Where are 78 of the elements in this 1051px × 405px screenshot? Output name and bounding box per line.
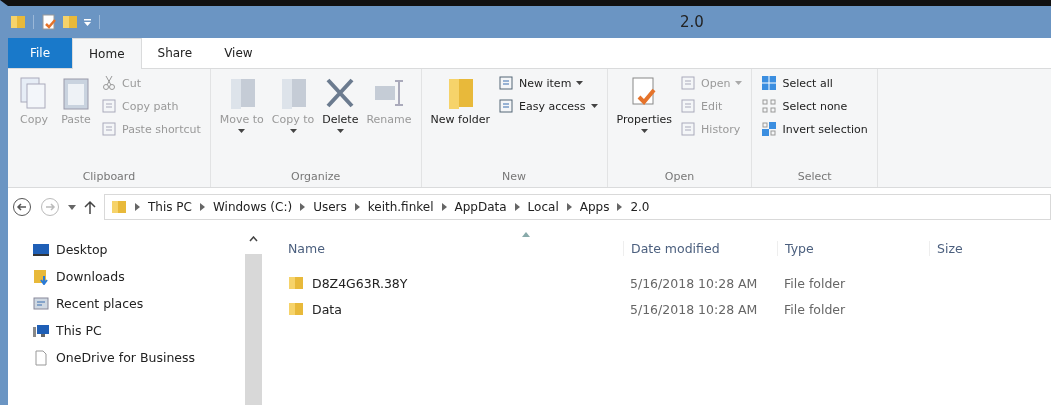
ribbon-button[interactable]: Select all (758, 73, 871, 93)
chevron-icon[interactable] (354, 203, 360, 211)
breadcrumb[interactable]: 2.0 (630, 200, 650, 214)
chevron-icon[interactable] (514, 203, 520, 211)
ribbon-tab[interactable]: View (208, 38, 269, 68)
group-label: Clipboard (81, 170, 137, 185)
breadcrumb[interactable]: Apps (579, 200, 610, 214)
caret-icon (336, 129, 344, 133)
scroll-up-icon[interactable] (249, 236, 258, 242)
group-label: Open (663, 170, 696, 185)
table-cell: Data (312, 301, 342, 317)
caret-icon[interactable] (68, 204, 76, 210)
breadcrumb[interactable]: This PC (148, 200, 192, 214)
large-ribbon-button[interactable]: New folder (427, 73, 493, 170)
window-title: 2.0 (680, 13, 704, 31)
select-none-icon (761, 98, 778, 114)
computer-icon (33, 322, 49, 339)
table-cell: 5/16/2018 10:28 AM (630, 301, 758, 317)
sidebar-item[interactable]: Recent places (33, 290, 245, 317)
group-label: Organize (290, 170, 342, 185)
file-row[interactable]: Data 5/16/2018 10:28 AM File folder (288, 296, 1051, 322)
file-row[interactable]: D8Z4G63R.38Y 5/16/2018 10:28 AM File folder (288, 270, 1051, 296)
chevron-icon[interactable] (617, 203, 623, 211)
sidebar-item[interactable]: OneDrive for Business (33, 344, 245, 371)
breadcrumb[interactable]: Local (527, 200, 559, 214)
column-header[interactable]: Name (288, 240, 623, 256)
large-ribbon-button[interactable]: Delete (319, 73, 362, 170)
column-header[interactable]: Size (929, 240, 1009, 256)
caret-icon (640, 129, 648, 133)
chevron-icon[interactable] (566, 203, 572, 211)
table-cell: File folder (784, 301, 846, 317)
table-cell: 5/16/2018 10:28 AM (630, 275, 758, 291)
chevron-icon[interactable] (441, 203, 447, 211)
caret-icon (289, 129, 297, 133)
breadcrumb[interactable]: AppData (454, 200, 507, 214)
sort-icon (522, 232, 530, 237)
document-icon (33, 349, 49, 366)
scissors-icon (101, 75, 117, 91)
sidebar-item[interactable]: Desktop (33, 236, 245, 263)
sidebar-item[interactable]: This PC (33, 317, 245, 344)
chevron-icon[interactable] (300, 203, 306, 211)
group-label: New (501, 170, 528, 185)
caret-icon (576, 81, 584, 85)
table-cell: File folder (784, 275, 846, 291)
folder-icon (288, 301, 304, 317)
ribbon-button[interactable]: Easy access (495, 96, 601, 116)
invert-icon (761, 121, 778, 137)
breadcrumb[interactable]: keith.finkel (367, 200, 434, 214)
ribbon-tab[interactable]: File (8, 38, 73, 68)
table-cell: D8Z4G63R.38Y (312, 275, 408, 291)
ribbon-button[interactable]: Select none (758, 96, 871, 116)
breadcrumb[interactable]: Users (313, 200, 347, 214)
caret-icon (590, 104, 598, 108)
back-icon[interactable] (12, 197, 32, 217)
address-bar[interactable]: This PC Windows (C:) Users keith.finkel AppData Local Apps 2.0 (104, 194, 1051, 220)
ribbon-tab[interactable]: Share (141, 38, 209, 68)
caret-icon (735, 81, 743, 85)
breadcrumb[interactable]: Windows (C:) (212, 200, 293, 214)
column-header[interactable]: Date modified (623, 240, 777, 256)
caret-icon (238, 129, 246, 133)
large-ribbon-button[interactable]: Properties (613, 73, 676, 170)
chevron-icon[interactable] (135, 203, 140, 211)
up-arrow-icon[interactable] (84, 200, 96, 214)
ribbon-button[interactable]: New item (495, 73, 601, 93)
sidebar-item[interactable]: Downloads (33, 263, 245, 290)
folder-icon (111, 199, 127, 215)
downloads-icon (33, 268, 49, 285)
properties-icon[interactable] (41, 14, 57, 30)
chevron-icon[interactable] (199, 203, 205, 211)
column-header[interactable]: Type (777, 240, 929, 256)
recent-icon (33, 295, 49, 312)
folder-icon (288, 275, 304, 291)
group-label: Select (796, 170, 833, 185)
ribbon-tab[interactable]: Home (72, 38, 142, 69)
select-all-icon (761, 75, 778, 91)
desktop-icon (33, 241, 49, 258)
ribbon-button[interactable]: Invert selection (758, 119, 871, 139)
dropdown-icon[interactable] (83, 17, 92, 27)
